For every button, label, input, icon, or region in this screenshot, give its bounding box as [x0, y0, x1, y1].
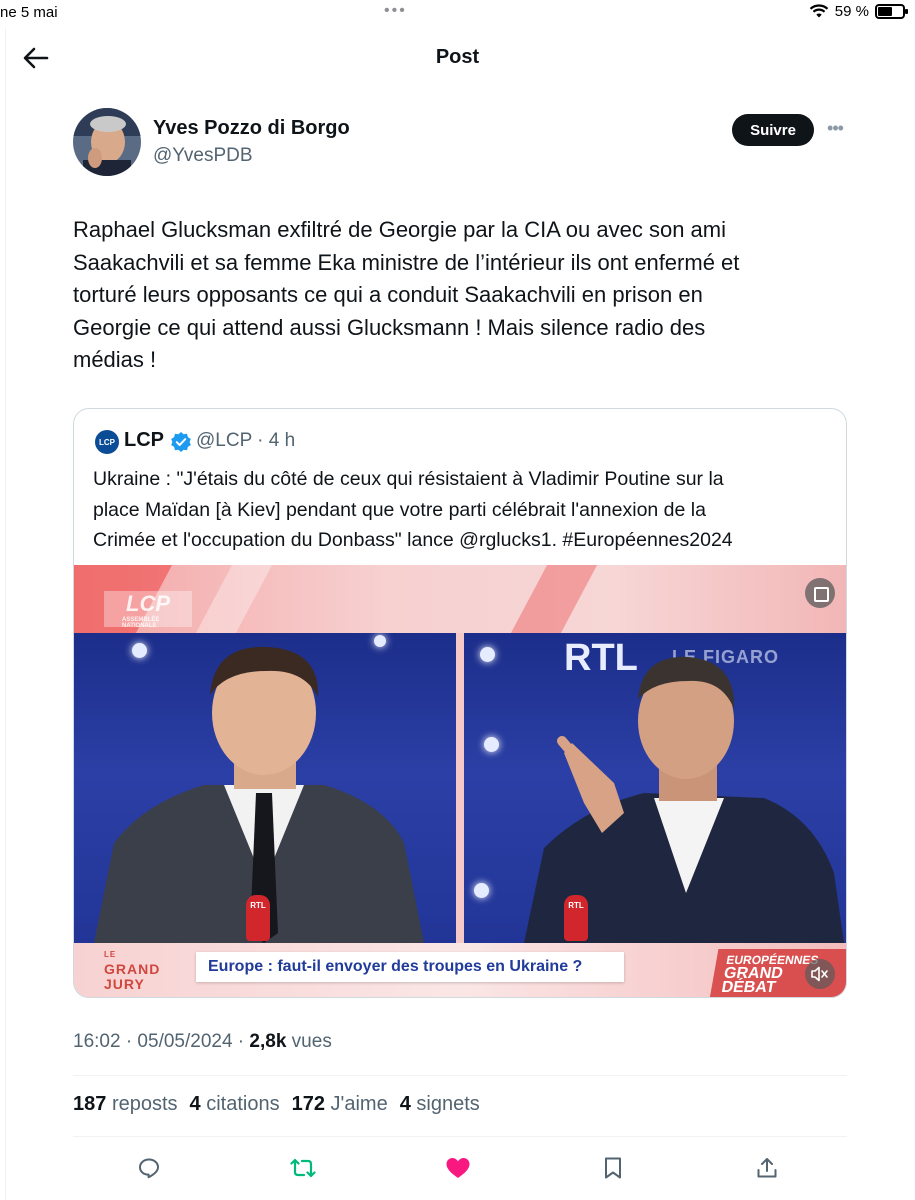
video-lower-third: LE GRAND JURY Europe : faut-il envoyer d… — [74, 943, 846, 997]
tweet-line: Raphael Glucksman exfiltré de Georgie pa… — [73, 217, 726, 242]
quote-handle-time: @LCP · 4 h — [196, 430, 296, 451]
stat-quotes[interactable]: 4 citations — [190, 1093, 280, 1116]
stat-label: J'aime — [330, 1093, 388, 1115]
stat-count: 172 — [291, 1093, 325, 1115]
reply-icon — [139, 1158, 159, 1179]
speaker-right-figure — [524, 656, 844, 943]
stat-count: 187 — [73, 1093, 107, 1115]
show-logo: LE GRAND JURY — [104, 947, 160, 992]
wifi-icon — [809, 4, 829, 18]
captions-icon[interactable] — [805, 578, 835, 608]
sidebar-divider — [5, 28, 6, 1200]
video-caption-banner: Europe : faut-il envoyer des troupes en … — [196, 952, 624, 982]
stat-label: signets — [416, 1093, 480, 1115]
mute-button[interactable] — [805, 959, 835, 989]
video-panel-left: RTL — [74, 633, 456, 943]
share-button[interactable] — [751, 1152, 783, 1184]
quote-text: Ukraine : "J'étais du côté de ceux qui r… — [93, 464, 833, 556]
lcp-watermark-sub: ASSEMBLÉE NATIONALE — [122, 617, 160, 629]
more-options-icon[interactable]: ••• — [823, 118, 847, 142]
engagement-stats: 187 reposts 4 citations 172 J'aime 4 sig… — [73, 1093, 480, 1116]
status-right: 59 % — [809, 3, 908, 20]
tweet-line: torturé leurs opposants ce qui a conduit… — [73, 282, 703, 307]
quote-line: Crimée et l'occupation du Donbass" lance… — [93, 529, 733, 551]
divider — [73, 1136, 847, 1137]
avatar[interactable] — [73, 108, 141, 176]
bookmark-button[interactable] — [597, 1152, 629, 1184]
author-handle[interactable]: @YvesPDB — [153, 145, 253, 167]
author-name[interactable]: Yves Pozzo di Borgo — [153, 117, 350, 140]
show-logo-line: JURY — [104, 976, 145, 992]
tweet-line: médias ! — [73, 347, 157, 372]
avatar-image — [73, 108, 141, 176]
status-bar: ne 5 mai ••• 59 % — [0, 0, 915, 28]
tweet-meta: 16:02 · 05/05/2024 · 2,8k vues — [73, 1031, 332, 1053]
view-count: 2,8k — [249, 1031, 287, 1052]
stat-label: citations — [206, 1093, 280, 1115]
view-label: vues — [286, 1031, 332, 1052]
stat-count: 4 — [189, 1093, 201, 1115]
tweet-text: Raphael Glucksman exfiltré de Georgie pa… — [73, 214, 843, 377]
page-title: Post — [435, 46, 480, 68]
tweet-line: Saakachvili et sa femme Eka ministre de … — [73, 249, 740, 275]
like-button[interactable] — [442, 1152, 474, 1184]
header: Post — [0, 36, 915, 80]
share-icon — [757, 1158, 777, 1178]
stat-label: reposts — [111, 1093, 178, 1115]
lcp-watermark-text: LCP — [126, 591, 170, 616]
speaker-muted-icon — [811, 966, 828, 982]
status-time: ne 5 mai — [0, 4, 58, 21]
follow-button[interactable]: Suivre — [732, 114, 814, 146]
tweet-line: Georgie ce qui attend aussi Glucksmann !… — [73, 314, 706, 340]
battery-percent: 59 % — [834, 3, 869, 20]
quote-author-name[interactable]: LCP — [124, 429, 164, 452]
quote-line: place Maïdan [à Kiev] pendant que votre … — [93, 498, 706, 521]
heart-icon — [446, 1158, 470, 1178]
multitasking-dots[interactable]: ••• — [384, 2, 407, 20]
stat-count: 4 — [399, 1093, 411, 1115]
stat-likes[interactable]: 172 J'aime — [292, 1093, 388, 1116]
rtl-mic: RTL — [564, 895, 588, 941]
rtl-mic: RTL — [246, 895, 270, 941]
action-bar — [73, 1150, 847, 1186]
stat-reposts[interactable]: 187 reposts — [73, 1093, 178, 1116]
repost-icon — [290, 1158, 316, 1178]
lcp-watermark: LCP ASSEMBLÉE NATIONALE — [104, 591, 192, 629]
quote-avatar[interactable]: LCP — [95, 430, 119, 454]
repost-button[interactable] — [287, 1152, 319, 1184]
divider — [73, 1075, 847, 1076]
battery-icon — [875, 4, 908, 19]
video-player[interactable]: LCP ASSEMBLÉE NATIONALE RTL RTL LE FIGARO — [74, 565, 846, 997]
reply-button[interactable] — [133, 1152, 165, 1184]
verified-badge-icon — [171, 432, 191, 452]
battery-level — [878, 7, 893, 16]
show-logo-line: LE — [104, 950, 117, 959]
video-panel-right: RTL LE FIGARO RTL — [464, 633, 846, 943]
quote-line: Ukraine : "J'étais du côté de ceux qui r… — [93, 468, 724, 490]
bookmark-icon — [605, 1157, 621, 1179]
tweet-timestamp[interactable]: 16:02 · 05/05/2024 · — [73, 1031, 249, 1052]
show-logo-line: GRAND — [104, 961, 161, 977]
stat-bookmarks[interactable]: 4 signets — [400, 1093, 480, 1116]
quoted-tweet[interactable]: LCP LCP @LCP · 4 h Ukraine : "J'étais du… — [73, 408, 847, 998]
